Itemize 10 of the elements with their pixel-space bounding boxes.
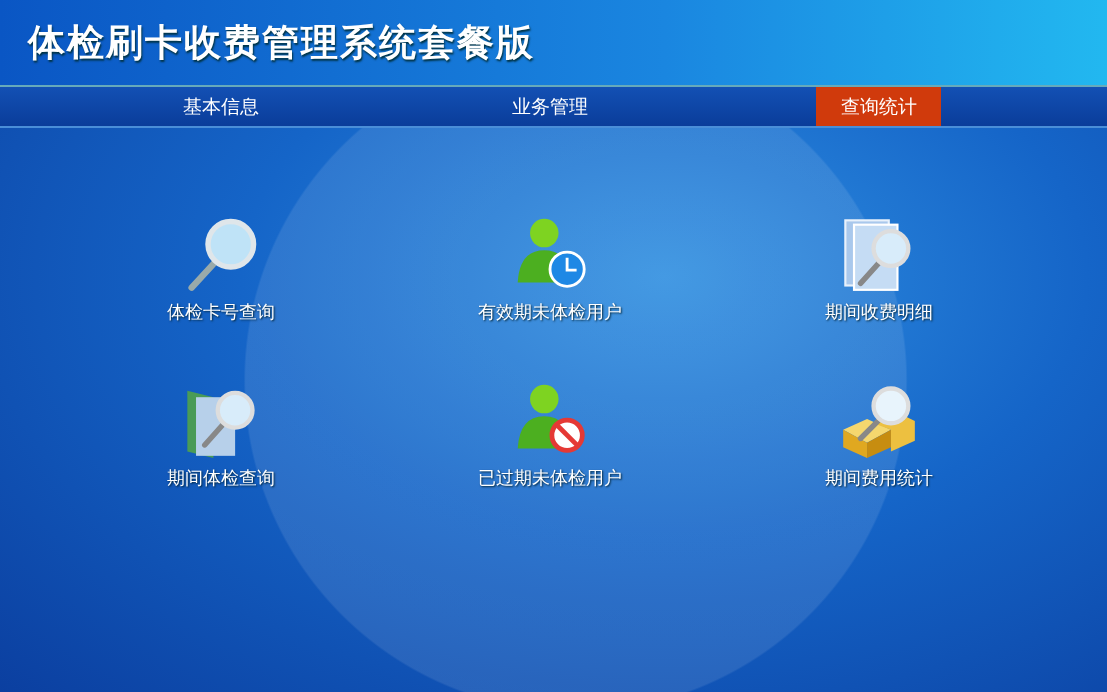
feature-link[interactable]: 有效期未体检用户	[478, 300, 622, 324]
nav-tab[interactable]: 查询统计	[816, 87, 941, 126]
nav-tab[interactable]: 基本信息	[158, 87, 283, 126]
feature-link[interactable]: 体检卡号查询	[167, 300, 275, 324]
feature-link[interactable]: 已过期未体检用户	[478, 466, 622, 490]
nav-tab[interactable]: 业务管理	[487, 87, 612, 126]
app-title: 体检刷卡收费管理系统套餐版	[28, 19, 535, 66]
feature-link[interactable]: 期间体检查询	[167, 466, 275, 490]
feature-link[interactable]: 期间收费明细	[825, 300, 933, 324]
feature-link[interactable]: 期间费用统计	[825, 466, 933, 490]
